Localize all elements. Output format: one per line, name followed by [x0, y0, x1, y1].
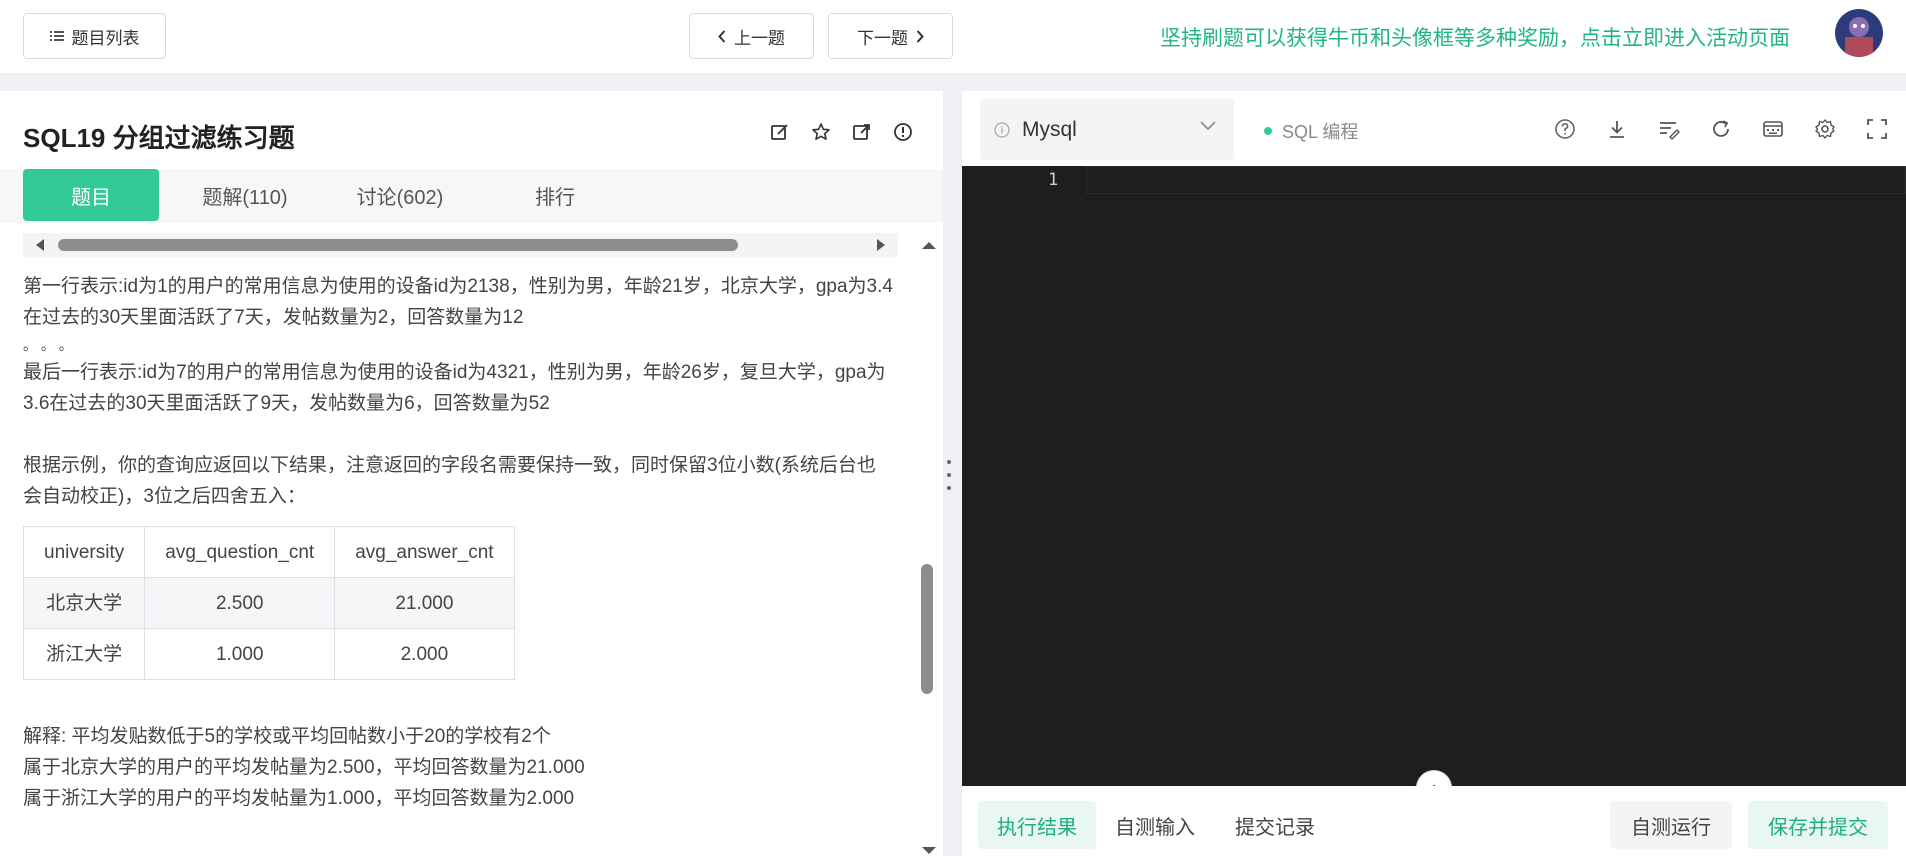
tab-solutions[interactable]: 题解(110) [180, 169, 310, 221]
prev-question-label: 上一题 [734, 28, 785, 48]
table-cell: 21.000 [334, 577, 515, 629]
table-cell: 2.500 [144, 577, 336, 629]
horizontal-scrollbar[interactable] [23, 233, 898, 257]
scroll-left-icon[interactable] [36, 239, 44, 251]
promo-link[interactable]: 坚持刷题可以获得牛币和头像框等多种奖励，点击立即进入活动页面 [1160, 22, 1790, 52]
top-bar: 题目列表 上一题 下一题 坚持刷题可以获得牛币和头像框等多种奖励，点击立即进入活… [0, 0, 1906, 73]
tab-submission-history[interactable]: 提交记录 [1220, 801, 1330, 849]
list-icon [49, 31, 64, 41]
question-panel: SQL19 分组过滤练习题 题目 题解(110) 讨论(602) 排行 第一行表… [0, 91, 943, 856]
avatar[interactable] [1835, 9, 1883, 57]
keyboard-icon[interactable] [1762, 118, 1784, 140]
table-header-cell: university [22, 526, 146, 578]
example-line-last: 最后一行表示:id为7的用户的常用信息为使用的设备id为4321，性别为男，年龄… [23, 362, 886, 414]
table-row: 浙江大学 1.000 2.000 [22, 628, 515, 680]
explanation-line: 属于北京大学的用户的平均发帖量为2.500，平均回答数量为21.000 [23, 757, 585, 778]
console-bar: 执行结果 自测输入 提交记录 自测运行 保存并提交 [962, 786, 1906, 856]
table-header-cell: avg_answer_cnt [334, 526, 515, 578]
tab-discussion[interactable]: 讨论(602) [335, 169, 465, 221]
page-title: SQL19 分组过滤练习题 [23, 123, 295, 153]
vertical-scrollbar[interactable] [919, 234, 936, 854]
title-actions [770, 122, 913, 142]
chevron-right-icon [916, 29, 924, 43]
download-icon[interactable] [1606, 118, 1628, 140]
current-line-highlight [1086, 166, 1906, 194]
code-editor[interactable]: 1 [962, 166, 1906, 786]
explanation-line: 解释: 平均发贴数低于5的学校或平均回帖数小于20的学校有2个 [23, 726, 551, 747]
scrollbar-thumb[interactable] [58, 239, 738, 251]
panel-resize-handle[interactable] [945, 460, 953, 490]
mode-label: SQL 编程 [1282, 122, 1359, 142]
table-cell: 2.000 [334, 628, 515, 680]
explanation-line: 属于浙江大学的用户的平均发帖量为1.000，平均回答数量为2.000 [23, 788, 575, 809]
tab-ranking[interactable]: 排行 [490, 169, 620, 221]
example-ellipsis: 。 。 。 [23, 337, 73, 353]
help-icon[interactable] [1554, 118, 1576, 140]
line-number: 1 [1048, 170, 1059, 190]
status-dot [1264, 127, 1272, 135]
next-question-button[interactable]: 下一题 [828, 13, 953, 59]
table-cell: 浙江大学 [22, 628, 146, 680]
scroll-right-icon[interactable] [877, 239, 885, 251]
info-icon [994, 121, 1010, 138]
reset-icon[interactable] [1710, 118, 1732, 140]
expected-result-table: university avg_question_cnt avg_answer_c… [22, 526, 515, 680]
prev-question-button[interactable]: 上一题 [689, 13, 814, 59]
chevron-down-icon [1200, 121, 1216, 131]
question-tabs: 题目 题解(110) 讨论(602) 排行 [0, 169, 943, 223]
settings-icon[interactable] [1814, 118, 1836, 140]
scroll-down-icon[interactable] [922, 847, 936, 854]
tab-run-result[interactable]: 执行结果 [978, 801, 1096, 849]
table-header-cell: avg_question_cnt [144, 526, 336, 578]
scroll-up-icon[interactable] [922, 242, 936, 249]
tab-custom-input[interactable]: 自测输入 [1100, 801, 1210, 849]
table-row: 北京大学 2.500 21.000 [22, 577, 515, 629]
mode-indicator: SQL 编程 [1264, 118, 1358, 144]
result-instruction: 根据示例，你的查询应返回以下结果，注意返回的字段名需要保持一致，同时保留3位小数… [23, 455, 876, 507]
external-link-icon[interactable] [852, 122, 872, 142]
fullscreen-icon[interactable] [1866, 118, 1888, 140]
edit-icon[interactable] [770, 122, 790, 142]
chevron-left-icon [718, 29, 726, 43]
report-icon[interactable] [893, 122, 913, 142]
example-line-first: 第一行表示:id为1的用户的常用信息为使用的设备id为2138，性别为男，年龄2… [23, 276, 893, 328]
editor-panel: Mysql SQL 编程 1 执行结果 自测输入 提交记录 自测运行 保存并提交 [962, 91, 1906, 856]
language-value: Mysql [1022, 117, 1077, 141]
table-header-row: university avg_question_cnt avg_answer_c… [22, 526, 515, 578]
question-list-label: 题目列表 [71, 28, 140, 48]
table-cell: 1.000 [144, 628, 336, 680]
self-test-run-button[interactable]: 自测运行 [1610, 801, 1732, 849]
question-content: 第一行表示:id为1的用户的常用信息为使用的设备id为2138，性别为男，年龄2… [22, 271, 893, 814]
tab-description[interactable]: 题目 [23, 169, 159, 221]
question-list-button[interactable]: 题目列表 [23, 13, 166, 59]
table-cell: 北京大学 [22, 577, 146, 629]
star-icon[interactable] [811, 122, 831, 142]
avatar-image [1835, 9, 1883, 57]
scrollbar-thumb[interactable] [921, 564, 933, 694]
next-question-label: 下一题 [857, 28, 908, 48]
editor-toolbar [1554, 118, 1888, 140]
format-icon[interactable] [1658, 118, 1680, 140]
save-and-submit-button[interactable]: 保存并提交 [1748, 801, 1888, 849]
language-select[interactable]: Mysql [980, 99, 1234, 160]
